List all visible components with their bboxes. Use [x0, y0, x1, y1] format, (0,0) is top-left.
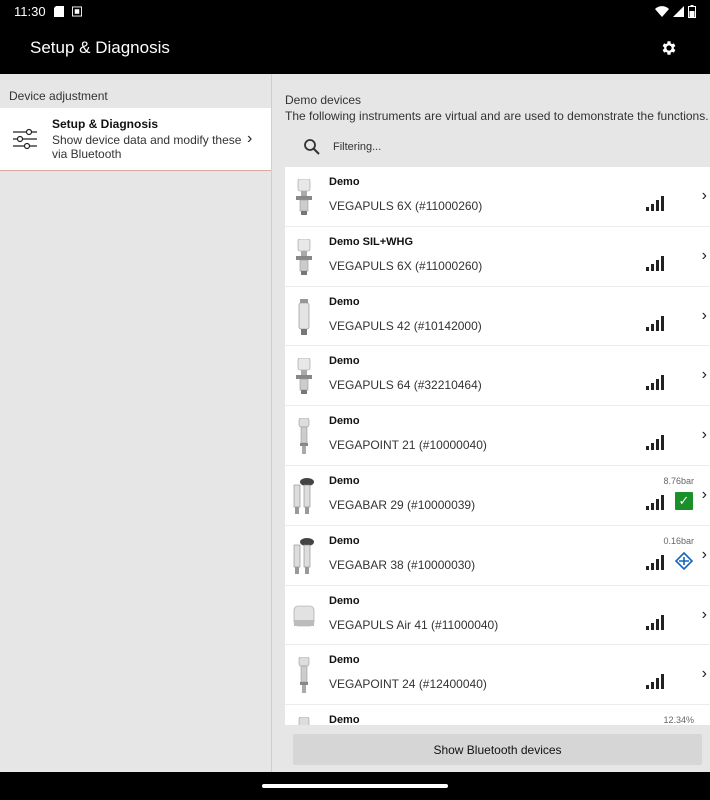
filter-input[interactable]: [333, 141, 633, 153]
device-model: VEGAPOINT 21 (#10000040): [329, 438, 487, 453]
device-model: VEGAPOINT 24 (#12400040): [329, 677, 487, 692]
signal-strength-icon: [646, 494, 664, 510]
device-row[interactable]: Demo SIL+WHG VEGAPULS 6X (#11000260) ›: [285, 227, 710, 287]
show-bluetooth-devices-button[interactable]: Show Bluetooth devices: [293, 734, 702, 765]
right-panel: Demo devices The following instruments a…: [285, 74, 710, 772]
device-list: Demo VEGAPULS 6X (#11000260) › Demo SIL+WHG…: [285, 167, 710, 725]
function-check-icon: [675, 551, 693, 570]
home-handle[interactable]: [262, 784, 448, 788]
status-time: 11:30: [14, 3, 46, 19]
device-name: Demo: [329, 176, 360, 188]
device-model: VEGABAR 29 (#10000039): [329, 497, 476, 512]
section-label: Device adjustment: [9, 89, 108, 103]
app-bar: Setup & Diagnosis: [0, 22, 710, 74]
chevron-right-icon: ›: [701, 605, 707, 623]
sd-card-icon: [53, 5, 64, 17]
device-name: Demo: [329, 415, 360, 428]
device-measured-value: 8.76bar: [663, 475, 694, 486]
device-image: [293, 657, 315, 694]
device-name: Demo: [329, 534, 360, 547]
device-model: VEGAPULS 6X (#11000260): [329, 258, 483, 273]
device-row[interactable]: Demo VEGAPULS 6X (#11000260) ›: [285, 167, 710, 227]
battery-icon: [688, 4, 696, 18]
device-model: VEGAPULS 42 (#10142000): [329, 318, 482, 333]
filter-row: [285, 127, 710, 167]
device-image: [293, 477, 315, 514]
screenshot-icon: [71, 6, 82, 16]
device-name: Demo: [329, 594, 360, 607]
device-name: Demo: [329, 295, 360, 308]
device-image: [293, 358, 315, 395]
device-name: Demo: [329, 654, 360, 667]
signal-strength-icon: [646, 674, 664, 690]
search-icon: [304, 139, 320, 155]
signal-strength-icon: [646, 554, 664, 570]
nav-item-title: Setup & Diagnosis: [52, 117, 159, 131]
device-model: VEGAPULS Air 41 (#11000040): [329, 617, 499, 632]
device-model: VEGAPULS 6X (#11000260): [329, 199, 483, 213]
device-name: Demo: [329, 355, 360, 368]
device-model: VEGAPULS 64 (#32210464): [329, 378, 482, 393]
chevron-right-icon: ›: [701, 485, 707, 503]
wifi-icon: [655, 5, 669, 17]
demo-devices-header: Demo devices The following instruments a…: [285, 74, 710, 123]
signal-strength-icon: [646, 315, 664, 331]
device-name: Demo SIL+WHG: [329, 235, 414, 248]
settings-button[interactable]: [658, 37, 680, 59]
app-title: Setup & Diagnosis: [30, 38, 170, 57]
device-name: Demo: [329, 474, 360, 487]
device-image: [293, 716, 315, 725]
chevron-right-icon: ›: [701, 306, 707, 324]
left-panel: Device adjustment Setup & Diagnosis Show…: [0, 74, 272, 772]
chevron-right-icon: ›: [701, 246, 707, 264]
navigation-bar: [0, 772, 710, 800]
device-row[interactable]: Demo 12.34%: [285, 705, 710, 725]
device-image: [293, 178, 315, 215]
nav-item-setup-diagnosis[interactable]: Setup & Diagnosis Show device data and m…: [0, 108, 271, 171]
signal-strength-icon: [646, 375, 664, 391]
nav-item-description: Show device data and modify these via Bl…: [52, 133, 242, 161]
cell-signal-icon: [673, 5, 684, 17]
device-model: VEGABAR 38 (#10000030): [329, 557, 476, 572]
device-image: [293, 238, 315, 275]
device-measured-value: 0.16bar: [663, 535, 694, 546]
device-measured-value: 12.34%: [663, 715, 694, 725]
device-row[interactable]: Demo VEGABAR 29 (#10000039) 8.76bar ✓ ›: [285, 466, 710, 526]
demo-devices-subtitle: The following instruments are virtual an…: [285, 109, 709, 123]
signal-strength-icon: [646, 435, 664, 451]
device-image: [293, 298, 315, 335]
chevron-right-icon: ›: [701, 426, 707, 444]
device-image: [293, 537, 315, 574]
device-row[interactable]: Demo VEGAPOINT 24 (#12400040) ›: [285, 645, 710, 706]
sliders-icon: [13, 128, 37, 150]
chevron-right-icon: ›: [701, 665, 707, 683]
device-image: [293, 598, 315, 634]
device-row[interactable]: Demo VEGAPULS Air 41 (#11000040) ›: [285, 586, 710, 646]
device-row[interactable]: Demo VEGABAR 38 (#10000030) 0.16bar ›: [285, 526, 710, 586]
status-ok-check-icon: ✓: [675, 491, 693, 510]
device-row[interactable]: Demo VEGAPOINT 21 (#10000040) ›: [285, 406, 710, 466]
status-bar: 11:30: [0, 0, 710, 22]
device-row[interactable]: Demo VEGAPULS 64 (#32210464) ›: [285, 346, 710, 407]
device-name: Demo: [329, 714, 360, 725]
device-image: [293, 417, 315, 455]
chevron-right-icon: ›: [701, 366, 707, 384]
signal-strength-icon: [646, 614, 664, 630]
chevron-right-icon: ›: [701, 187, 707, 204]
signal-strength-icon: [646, 196, 664, 211]
chevron-right-icon: ›: [247, 130, 253, 147]
signal-strength-icon: [646, 255, 664, 271]
device-row[interactable]: Demo VEGAPULS 42 (#10142000) ›: [285, 287, 710, 347]
chevron-right-icon: ›: [701, 545, 707, 563]
demo-devices-title: Demo devices: [285, 93, 362, 107]
gear-icon: [662, 41, 676, 55]
